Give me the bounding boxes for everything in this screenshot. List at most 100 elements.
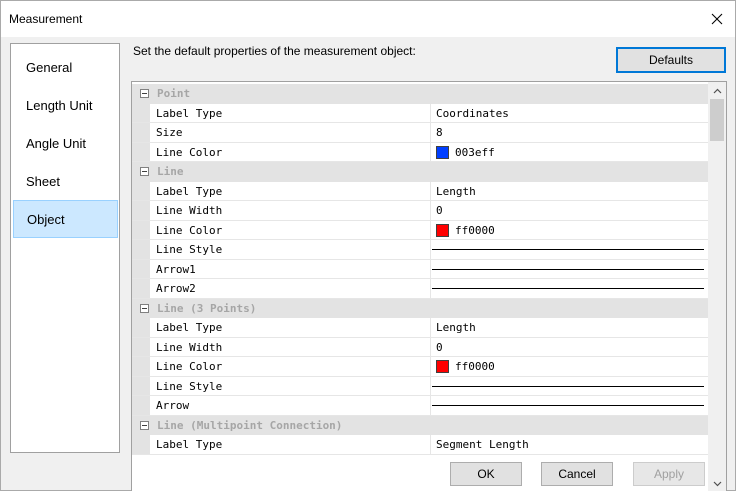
property-row[interactable]: Label Type Length [132, 318, 708, 338]
collapse-icon[interactable] [140, 303, 149, 313]
row-gutter [132, 259, 150, 278]
line-style-preview[interactable] [432, 288, 704, 289]
property-row[interactable]: Line Color ff0000 [132, 357, 708, 377]
row-gutter [132, 279, 150, 298]
category-row[interactable]: Line (Multipoint Connection) [132, 415, 708, 435]
property-row[interactable]: Size 8 [132, 123, 708, 143]
row-gutter [132, 357, 150, 376]
property-value[interactable]: 8 [436, 126, 443, 139]
property-value[interactable]: ff0000 [436, 223, 495, 237]
property-value[interactable]: ff0000 [436, 360, 495, 373]
close-button[interactable] [707, 9, 727, 29]
nav-item-label: Sheet [26, 173, 60, 189]
category-row[interactable]: Line (3 Points) [132, 298, 708, 318]
content-panel: Set the default properties of the measur… [129, 43, 729, 491]
nav-item-object[interactable]: Object [13, 200, 118, 238]
property-row[interactable]: Label Type Coordinates [132, 103, 708, 123]
scroll-down-button[interactable] [708, 475, 726, 491]
nav-item-label: Length Unit [26, 97, 93, 113]
nav-item-label: Object [27, 211, 65, 227]
column-divider [430, 396, 431, 415]
column-divider [430, 240, 431, 259]
property-row[interactable]: Arrow [132, 396, 708, 416]
row-gutter [132, 435, 150, 454]
row-gutter [132, 240, 150, 259]
nav-item-angle-unit[interactable]: Angle Unit [13, 124, 118, 162]
property-name: Line Width [156, 204, 223, 217]
property-value-text: 0 [436, 340, 443, 354]
chevron-up-icon [713, 88, 721, 93]
property-row[interactable]: Label Type Segment Length [132, 435, 708, 455]
property-value[interactable]: Length [436, 185, 476, 198]
property-row[interactable]: Line Color 003eff [132, 142, 708, 162]
property-value-text: Length [436, 184, 476, 198]
property-value-text: Length [436, 321, 476, 334]
line-style-preview[interactable] [432, 385, 704, 387]
property-row[interactable]: Label Type Length [132, 181, 708, 201]
property-value-text: 0 [436, 204, 443, 217]
property-row[interactable]: Line Width 0 [132, 337, 708, 357]
property-row[interactable]: Line Style [132, 240, 708, 260]
window-title: Measurement [9, 12, 83, 26]
row-gutter [132, 181, 150, 200]
property-value-text: 003eff [455, 145, 495, 159]
property-row[interactable]: Arrow1 [132, 259, 708, 279]
category-label: Line [157, 165, 184, 178]
title-bar: Measurement [1, 1, 735, 37]
property-value[interactable]: 0 [436, 341, 443, 354]
line-style-preview[interactable] [432, 249, 704, 250]
property-value[interactable]: 0 [436, 204, 443, 217]
defaults-button[interactable]: Defaults [616, 47, 726, 73]
property-name: Size [156, 126, 183, 139]
row-gutter [132, 142, 150, 161]
line-style-preview[interactable] [432, 268, 704, 270]
property-value[interactable]: Segment Length [436, 438, 529, 451]
nav-item-length-unit[interactable]: Length Unit [13, 86, 118, 124]
close-icon [711, 13, 723, 25]
row-gutter [132, 103, 150, 122]
apply-button[interactable]: Apply [633, 462, 705, 486]
nav-item-sheet[interactable]: Sheet [13, 162, 118, 200]
column-divider [430, 220, 431, 239]
property-value[interactable]: Length [436, 321, 476, 334]
property-row[interactable]: Line Color ff0000 [132, 220, 708, 240]
nav-item-general[interactable]: General [13, 48, 118, 86]
row-gutter [132, 337, 150, 356]
property-name: Arrow1 [156, 262, 196, 276]
collapse-icon[interactable] [140, 420, 149, 430]
nav-item-label: Angle Unit [26, 135, 86, 151]
property-value[interactable]: 003eff [436, 145, 495, 159]
category-row[interactable]: Line [132, 162, 708, 182]
column-divider [430, 103, 431, 122]
property-name: Line Style [156, 243, 223, 256]
property-row[interactable]: Line Width 0 [132, 201, 708, 221]
property-rows: Point Label Type Coordinates Size 8 Line Colo… [132, 84, 708, 455]
ok-button[interactable]: OK [450, 462, 522, 486]
row-gutter [132, 318, 150, 337]
description-text: Set the default properties of the measur… [133, 44, 416, 58]
row-gutter [132, 396, 150, 415]
chevron-down-icon [713, 481, 721, 486]
vertical-scrollbar[interactable] [708, 82, 726, 491]
line-style-preview[interactable] [432, 405, 704, 406]
column-divider [430, 142, 431, 161]
column-divider [430, 435, 431, 454]
scroll-thumb[interactable] [710, 99, 724, 141]
scroll-up-button[interactable] [708, 82, 726, 99]
collapse-icon[interactable] [140, 167, 149, 176]
category-row[interactable]: Point [132, 84, 708, 104]
property-name: Label Type [156, 106, 223, 120]
collapse-icon[interactable] [140, 89, 149, 98]
row-gutter [132, 123, 150, 142]
property-value[interactable]: Coordinates [436, 107, 509, 120]
cancel-button[interactable]: Cancel [541, 462, 613, 486]
column-divider [430, 259, 431, 278]
property-row[interactable]: Line Style [132, 376, 708, 396]
property-grid: Point Label Type Coordinates Size 8 Line Colo… [131, 81, 727, 491]
property-value-text: ff0000 [455, 223, 495, 237]
property-name: Line Color [156, 223, 223, 237]
property-row[interactable]: Arrow2 [132, 279, 708, 299]
property-name: Label Type [156, 438, 223, 451]
column-divider [430, 376, 431, 395]
property-value-text: Coordinates [436, 106, 509, 120]
